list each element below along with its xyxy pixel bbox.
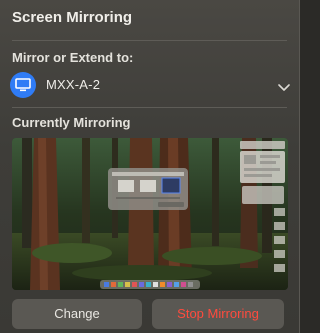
device-selector[interactable]: MXX-A-2 (10, 71, 290, 99)
divider (12, 40, 287, 41)
chevron-down-icon[interactable] (278, 79, 290, 97)
panel-title: Screen Mirroring (12, 9, 133, 26)
mirrored-screen-thumbnail (12, 138, 288, 290)
screen-mirroring-panel: Screen Mirroring Mirror or Extend to: MX… (0, 0, 300, 333)
divider (12, 107, 287, 108)
display-icon (10, 72, 36, 98)
device-name: MXX-A-2 (46, 77, 101, 92)
currently-mirroring-label: Currently Mirroring (12, 115, 131, 130)
change-button[interactable]: Change (12, 299, 142, 329)
stop-mirroring-button[interactable]: Stop Mirroring (152, 299, 284, 329)
mirror-extend-label: Mirror or Extend to: (12, 50, 134, 65)
